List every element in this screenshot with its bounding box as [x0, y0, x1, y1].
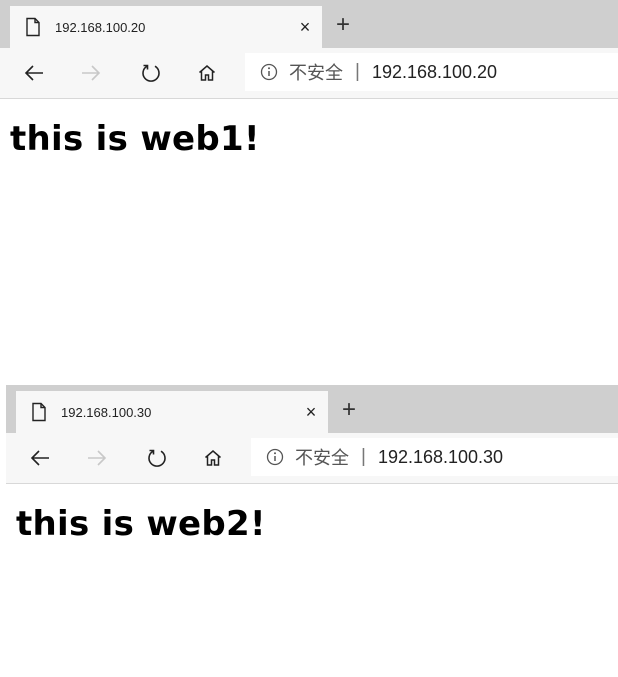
- address-separator: |: [361, 446, 366, 467]
- page-heading: this is web1!: [10, 119, 260, 159]
- navigation-toolbar: 不安全 | 192.168.100.20: [0, 48, 618, 99]
- page-content: this is web2!: [6, 484, 618, 564]
- file-icon: [24, 17, 42, 37]
- back-arrow-icon[interactable]: [20, 59, 48, 87]
- browser-tab[interactable]: 192.168.100.30 ×: [16, 391, 328, 433]
- tab-strip: 192.168.100.30 × +: [6, 385, 618, 433]
- browser-window-2: 192.168.100.30 × + 不安全 | 192.168.100.30 …: [6, 385, 618, 677]
- url-text[interactable]: 192.168.100.30: [378, 447, 503, 468]
- back-arrow-icon[interactable]: [26, 444, 54, 472]
- forward-arrow-icon[interactable]: [83, 444, 111, 472]
- navigation-toolbar: 不安全 | 192.168.100.30: [6, 433, 618, 484]
- close-tab-icon[interactable]: ×: [288, 17, 322, 38]
- address-bar[interactable]: 不安全 | 192.168.100.20: [245, 53, 618, 91]
- url-text[interactable]: 192.168.100.20: [372, 62, 497, 83]
- info-icon[interactable]: [259, 62, 279, 82]
- tab-title: 192.168.100.20: [55, 19, 146, 35]
- refresh-icon[interactable]: [143, 444, 171, 472]
- page-heading: this is web2!: [16, 504, 266, 544]
- new-tab-button[interactable]: +: [336, 395, 362, 425]
- page-content: this is web1!: [0, 99, 618, 179]
- address-bar[interactable]: 不安全 | 192.168.100.30: [251, 438, 618, 476]
- tab-strip: 192.168.100.20 × +: [0, 0, 618, 48]
- new-tab-button[interactable]: +: [330, 10, 356, 40]
- browser-tab[interactable]: 192.168.100.20 ×: [10, 6, 322, 48]
- info-icon[interactable]: [265, 447, 285, 467]
- home-icon[interactable]: [199, 444, 227, 472]
- tab-title: 192.168.100.30: [61, 404, 152, 420]
- forward-arrow-icon[interactable]: [77, 59, 105, 87]
- browser-window-1: 192.168.100.20 × + 不安全 | 192.168.100.20 …: [0, 0, 618, 380]
- address-separator: |: [355, 61, 360, 82]
- file-icon: [30, 402, 48, 422]
- home-icon[interactable]: [193, 59, 221, 87]
- refresh-icon[interactable]: [137, 59, 165, 87]
- security-label[interactable]: 不安全: [295, 444, 349, 470]
- security-label[interactable]: 不安全: [289, 59, 343, 85]
- close-tab-icon[interactable]: ×: [294, 402, 328, 423]
